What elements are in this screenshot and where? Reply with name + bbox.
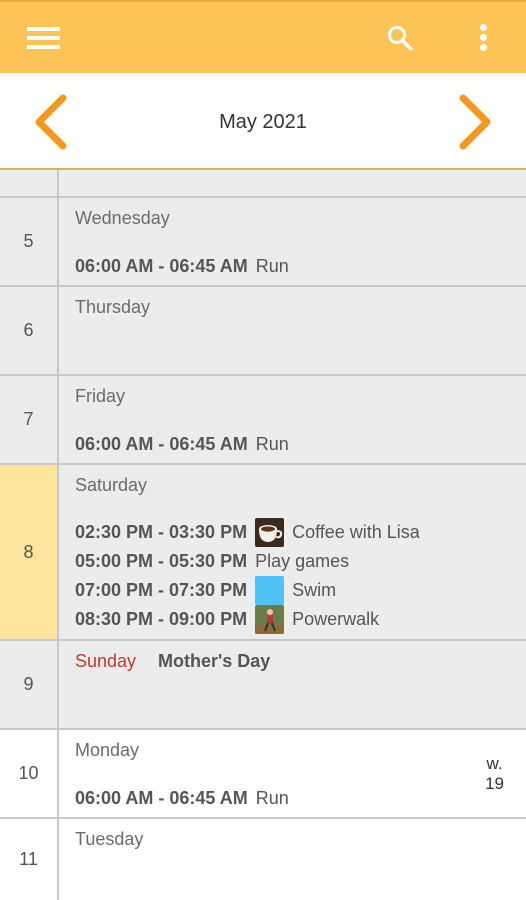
weekday-label: Sunday (75, 651, 137, 671)
event-time: 02:30 PM - 03:30 PM (75, 521, 248, 542)
month-navigation: May 2021 (0, 73, 526, 170)
search-button[interactable] (380, 2, 420, 73)
event-time: 08:30 PM - 09:00 PM (75, 608, 248, 629)
event-title: Run (255, 433, 289, 454)
event-title: Swim (292, 579, 337, 600)
weekday-label: Saturday (75, 475, 148, 495)
week-number: 19 (485, 774, 504, 793)
search-icon (388, 25, 413, 51)
weekday-label: Thursday (75, 297, 151, 317)
calendar-agenda: 5 Wednesday 06:00 AM - 06:45 AM Run 6 Th… (0, 170, 526, 900)
date-number: 11 (0, 819, 59, 900)
day-row[interactable]: 7 Friday 06:00 AM - 06:45 AM Run (0, 376, 526, 465)
event-time: 06:00 AM - 06:45 AM (75, 787, 248, 808)
event-title: Run (255, 787, 289, 808)
weekday-label: Friday (75, 386, 126, 406)
event-title: Play games (255, 550, 350, 571)
week-number-label: w. 19 (485, 754, 504, 794)
date-number: 10 (0, 730, 59, 817)
event-time: 06:00 AM - 06:45 AM (75, 255, 248, 276)
event-time: 05:00 PM - 05:30 PM (75, 550, 248, 571)
date-number: 9 (0, 641, 59, 728)
event-title: Run (255, 255, 289, 276)
day-row[interactable]: 6 Thursday (0, 287, 526, 376)
chevron-right-icon (459, 94, 491, 149)
weekday-label: Monday (75, 740, 140, 760)
menu-icon (26, 22, 60, 54)
event-item[interactable]: 06:00 AM - 06:45 AM Run (75, 253, 289, 279)
date-cell (0, 170, 59, 196)
event-item[interactable]: 05:00 PM - 05:30 PM Play games (75, 548, 349, 574)
event-item[interactable]: 06:00 AM - 06:45 AM Run (75, 785, 289, 811)
day-row[interactable]: 9 Sunday Mother's Day (0, 641, 526, 730)
event-item[interactable]: 08:30 PM - 09:00 PM Powerwalk (75, 604, 380, 634)
week-label-prefix: w. (486, 754, 503, 773)
event-time: 06:00 AM - 06:45 AM (75, 433, 248, 454)
date-number: 5 (0, 198, 59, 285)
day-row-partial (0, 170, 526, 198)
day-row[interactable]: 5 Wednesday 06:00 AM - 06:45 AM Run (0, 198, 526, 287)
event-title: Powerwalk (292, 608, 380, 629)
day-row[interactable]: 11 Tuesday (0, 819, 526, 900)
more-vertical-icon (479, 21, 487, 54)
event-time: 07:00 PM - 07:30 PM (75, 579, 248, 600)
day-row[interactable]: 10 Monday 06:00 AM - 06:45 AM Run w. 19 (0, 730, 526, 819)
menu-button[interactable] (22, 2, 64, 73)
weekday-label: Wednesday (75, 208, 170, 228)
next-month-button[interactable] (440, 73, 510, 170)
event-item[interactable]: 06:00 AM - 06:45 AM Run (75, 431, 289, 457)
day-row-today[interactable]: 8 Saturday 02:30 PM - 03:30 PM Coffee wi… (0, 465, 526, 641)
date-number: 8 (0, 465, 59, 639)
coffee-cup-icon (255, 517, 285, 547)
swim-icon (255, 575, 285, 605)
holiday-label: Mother's Day (158, 651, 271, 671)
weekday-label: Tuesday (75, 829, 144, 849)
event-item[interactable]: 02:30 PM - 03:30 PM Coffee with Lisa (75, 517, 420, 547)
event-title: Coffee with Lisa (292, 521, 420, 542)
date-number: 7 (0, 376, 59, 463)
date-number: 6 (0, 287, 59, 374)
event-item[interactable]: 07:00 PM - 07:30 PM Swim (75, 575, 337, 605)
powerwalk-icon (255, 604, 285, 634)
app-toolbar (0, 0, 526, 73)
more-options-button[interactable] (468, 2, 498, 73)
